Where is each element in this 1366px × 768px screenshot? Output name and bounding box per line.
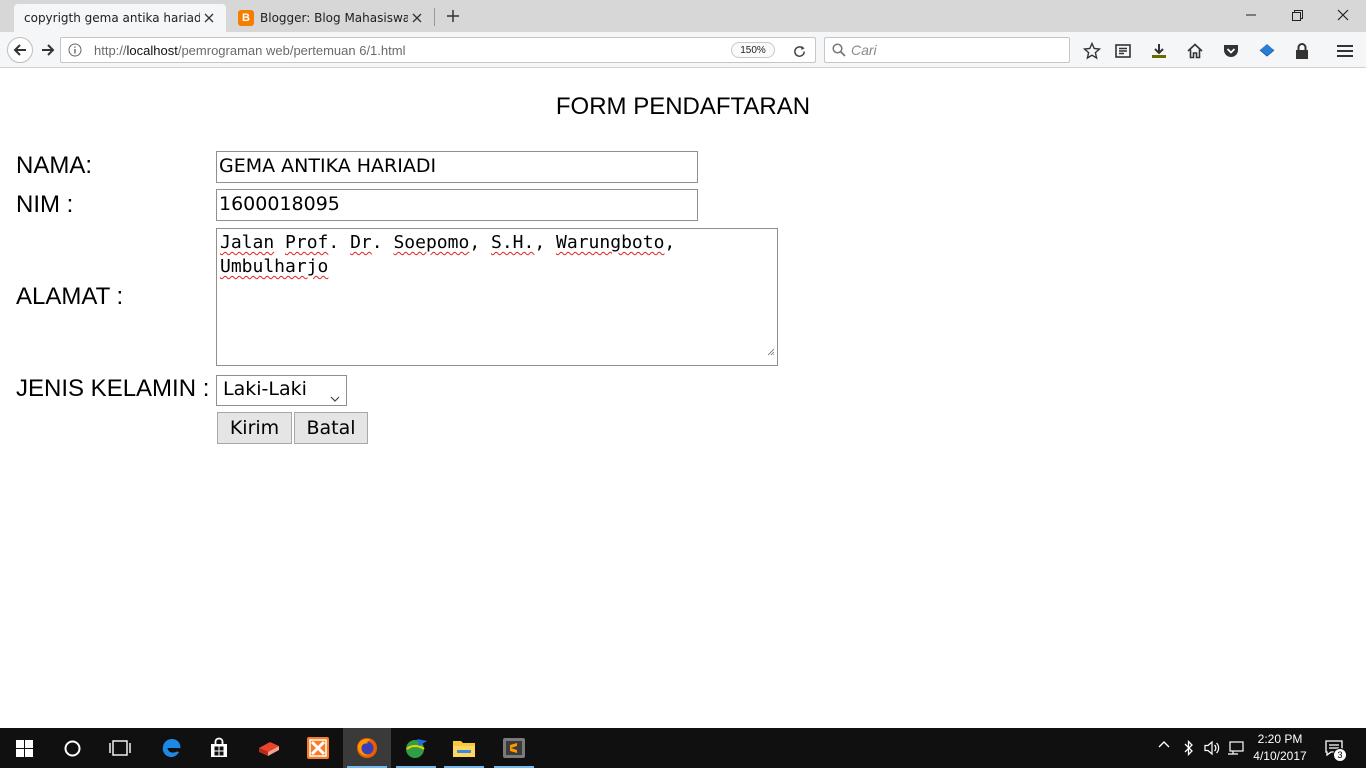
download-icon[interactable] xyxy=(1148,40,1170,62)
search-bar[interactable]: Cari xyxy=(824,37,1070,63)
navigation-toolbar: http://localhost/pemrograman web/pertemu… xyxy=(0,32,1366,68)
address-bar[interactable]: http://localhost/pemrograman web/pertemu… xyxy=(60,37,816,63)
taskbar-app[interactable] xyxy=(245,728,293,768)
network-icon[interactable] xyxy=(1226,740,1246,756)
forward-button[interactable] xyxy=(35,37,61,63)
tab-close-icon[interactable] xyxy=(200,9,218,27)
restore-button[interactable] xyxy=(1274,0,1320,30)
alamat-label: ALAMAT : xyxy=(16,283,124,310)
tab-divider xyxy=(434,8,435,26)
reading-list-icon[interactable] xyxy=(1112,40,1134,62)
alamat-textarea[interactable]: Jalan Prof. Dr. Soepomo, S.H., Warungbot… xyxy=(216,228,778,366)
taskbar-file-explorer[interactable] xyxy=(440,728,488,768)
back-button[interactable] xyxy=(7,37,33,63)
xampp-icon xyxy=(307,737,329,759)
bluetooth-icon[interactable] xyxy=(1180,740,1198,756)
tab-close-icon[interactable] xyxy=(408,9,426,27)
clock-date: 4/10/2017 xyxy=(1253,749,1307,763)
tab-title: copyrigth gema antika hariadi xyxy=(24,11,200,25)
jenis-kelamin-select[interactable]: Laki-Laki xyxy=(216,375,347,406)
windows-logo-icon xyxy=(15,739,33,757)
taskbar-xampp[interactable] xyxy=(294,728,342,768)
tab-active[interactable]: copyrigth gema antika hariadi xyxy=(14,4,226,32)
chevron-up-icon[interactable] xyxy=(1155,740,1173,748)
cortana-search-button[interactable] xyxy=(48,728,96,768)
kirim-button[interactable]: Kirim xyxy=(217,412,292,444)
tab-title: Blogger: Blog Mahasiswa ... xyxy=(260,11,408,25)
arrow-left-icon xyxy=(13,44,26,56)
new-tab-button[interactable] xyxy=(442,6,464,26)
pocket-icon[interactable] xyxy=(1220,40,1242,62)
lock-icon[interactable] xyxy=(1291,40,1313,62)
search-placeholder: Cari xyxy=(851,42,877,58)
taskbar-firefox[interactable] xyxy=(343,728,391,768)
url-text: http://localhost/pemrograman web/pertemu… xyxy=(94,43,406,58)
nim-label: NIM : xyxy=(16,191,74,218)
extension-icon[interactable] xyxy=(1256,40,1278,62)
task-view-icon xyxy=(109,740,131,756)
resize-grip-icon[interactable] xyxy=(767,339,775,363)
taskbar-app[interactable] xyxy=(392,728,440,768)
clock-time: 2:20 PM xyxy=(1257,732,1303,746)
info-icon[interactable] xyxy=(68,43,82,60)
nama-label: NAMA: xyxy=(16,152,93,179)
notification-count-badge: 3 xyxy=(1333,748,1347,762)
blogger-icon: B xyxy=(238,10,254,26)
edge-icon xyxy=(162,739,181,758)
volume-icon[interactable] xyxy=(1202,740,1222,756)
sublime-text-icon xyxy=(503,738,525,758)
firefox-icon xyxy=(357,738,377,758)
task-view-button[interactable] xyxy=(96,728,144,768)
search-icon xyxy=(832,43,846,60)
taskbar: 2:20 PM 4/10/2017 xyxy=(0,728,1366,768)
nim-input[interactable]: 1600018095 xyxy=(216,189,698,221)
taskbar-store[interactable] xyxy=(195,728,243,768)
nama-input[interactable]: GEMA ANTIKA HARIADI xyxy=(216,151,698,183)
tab-strip: copyrigth gema antika hariadi B Blogger:… xyxy=(0,0,1366,32)
select-value: Laki-Laki xyxy=(223,378,307,400)
menu-icon[interactable] xyxy=(1334,40,1356,62)
taskbar-sublime[interactable] xyxy=(490,728,538,768)
minimize-button[interactable] xyxy=(1228,0,1274,30)
page-content: FORM PENDAFTARAN NAMA: GEMA ANTIKA HARIA… xyxy=(0,69,1366,728)
folder-icon xyxy=(453,741,475,757)
cortana-icon xyxy=(64,740,80,756)
bookmark-star-icon[interactable] xyxy=(1081,40,1103,62)
jenis-kelamin-label: JENIS KELAMIN : xyxy=(16,375,210,402)
zoom-indicator[interactable]: 150% xyxy=(731,42,775,58)
batal-button[interactable]: Batal xyxy=(294,412,368,444)
tab-inactive[interactable]: B Blogger: Blog Mahasiswa ... xyxy=(228,4,434,32)
alamat-text: Jalan Prof. Dr. Soepomo, S.H., Warungbot… xyxy=(220,232,676,277)
reload-icon[interactable] xyxy=(789,42,809,60)
chevron-down-icon xyxy=(330,386,340,408)
home-icon[interactable] xyxy=(1184,40,1206,62)
taskbar-edge[interactable] xyxy=(147,728,195,768)
store-icon xyxy=(211,737,227,757)
clock[interactable]: 2:20 PM 4/10/2017 xyxy=(1247,731,1313,765)
start-button[interactable] xyxy=(0,728,48,768)
books-icon xyxy=(259,742,279,756)
close-window-button[interactable] xyxy=(1320,0,1366,30)
globe-app-icon xyxy=(406,739,427,758)
arrow-right-icon xyxy=(42,44,55,56)
form-title: FORM PENDAFTARAN xyxy=(555,93,811,120)
